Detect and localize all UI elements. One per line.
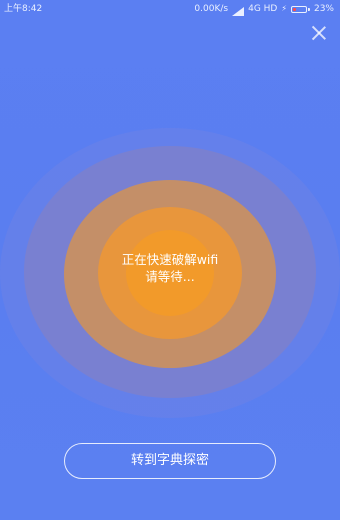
radar-animation: 正在快速破解wifi 请等待...: [0, 0, 340, 520]
please-wait-text: 请等待...: [145, 269, 195, 284]
dictionary-explore-button[interactable]: 转到字典探密: [64, 443, 276, 479]
cracking-status-text: 正在快速破解wifi: [121, 252, 219, 267]
app-screen: 上午8:42 0.00K/s 4G HD ⚡ 23% 正在快速破解wifi 请等…: [0, 0, 340, 520]
